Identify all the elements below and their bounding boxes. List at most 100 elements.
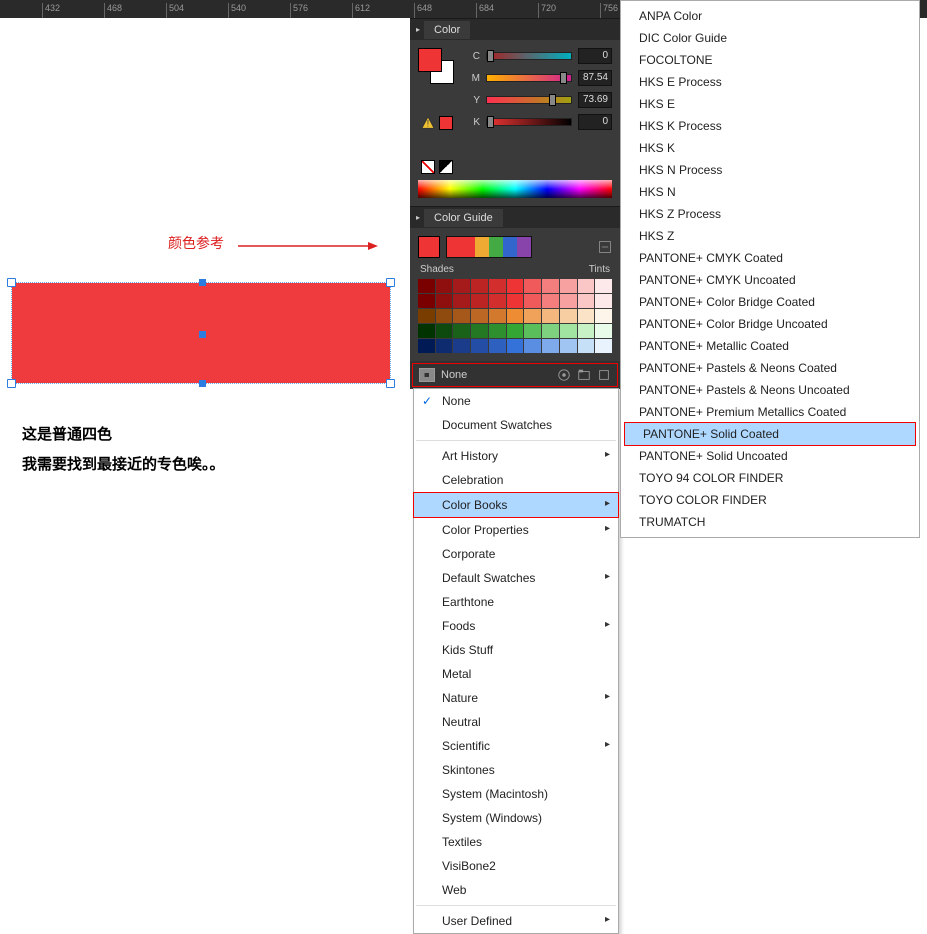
base-color-swatch[interactable] [418, 236, 440, 258]
menu-item[interactable]: Default Swatches▸ [414, 566, 618, 590]
bw-swatch[interactable] [439, 160, 453, 174]
slider-value[interactable]: 0 [578, 114, 612, 130]
handle-nw[interactable] [7, 278, 16, 287]
menu-item[interactable]: Color Properties▸ [414, 518, 618, 542]
submenu-item[interactable]: PANTONE+ Pastels & Neons Uncoated [621, 379, 919, 401]
variation-swatch[interactable] [524, 324, 541, 338]
variation-swatch[interactable] [436, 339, 453, 353]
submenu-item[interactable]: HKS Z [621, 225, 919, 247]
variation-swatch[interactable] [453, 324, 470, 338]
menu-item[interactable]: Scientific▸ [414, 734, 618, 758]
variation-swatch[interactable] [436, 324, 453, 338]
variation-swatch[interactable] [595, 339, 612, 353]
menu-item[interactable]: Document Swatches [414, 413, 618, 437]
menu-item[interactable]: Skintones [414, 758, 618, 782]
gamut-suggest-swatch[interactable] [439, 116, 453, 130]
variation-swatch[interactable] [542, 309, 559, 323]
submenu-item[interactable]: HKS Z Process [621, 203, 919, 225]
variation-swatch[interactable] [524, 339, 541, 353]
variation-swatch[interactable] [595, 294, 612, 308]
harmony-swatch[interactable] [461, 237, 475, 257]
submenu-item[interactable]: PANTONE+ Color Bridge Coated [621, 291, 919, 313]
menu-item[interactable]: Foods▸ [414, 614, 618, 638]
handle-ne[interactable] [386, 278, 395, 287]
harmony-swatch[interactable] [489, 237, 503, 257]
slider-thumb[interactable] [560, 72, 567, 84]
submenu-item[interactable]: ANPA Color [621, 5, 919, 27]
handle-sw[interactable] [7, 379, 16, 388]
save-group-icon[interactable] [577, 368, 591, 382]
variation-swatch[interactable] [418, 339, 435, 353]
none-swatch[interactable] [421, 160, 435, 174]
color-guide-tab[interactable]: ▸Color Guide [410, 206, 620, 228]
color-books-submenu[interactable]: ANPA ColorDIC Color GuideFOCOLTONEHKS E … [620, 0, 920, 538]
submenu-item[interactable]: HKS N [621, 181, 919, 203]
variation-swatch[interactable] [560, 309, 577, 323]
menu-item[interactable]: Metal [414, 662, 618, 686]
menu-item[interactable]: ✓None [414, 389, 618, 413]
menu-item[interactable]: Corporate [414, 542, 618, 566]
menu-item[interactable]: User Defined▸ [414, 909, 618, 933]
harmony-swatch[interactable] [503, 237, 517, 257]
collapse-icon[interactable]: ▸ [416, 25, 420, 34]
color-panel-tab[interactable]: ▸Color [410, 18, 620, 40]
slider-track[interactable] [486, 52, 572, 60]
variation-swatch[interactable] [507, 294, 524, 308]
slider-thumb[interactable] [487, 116, 494, 128]
variation-swatch[interactable] [418, 324, 435, 338]
variation-swatch[interactable] [542, 339, 559, 353]
variation-swatch[interactable] [560, 324, 577, 338]
new-swatch-icon[interactable] [597, 368, 611, 382]
submenu-item[interactable]: TRUMATCH [621, 511, 919, 533]
variation-swatch[interactable] [560, 279, 577, 293]
variation-swatch[interactable] [453, 339, 470, 353]
submenu-item[interactable]: HKS E Process [621, 71, 919, 93]
variation-swatch[interactable] [595, 324, 612, 338]
submenu-item[interactable]: HKS K [621, 137, 919, 159]
variation-swatch[interactable] [489, 309, 506, 323]
submenu-item[interactable]: PANTONE+ Pastels & Neons Coated [621, 357, 919, 379]
submenu-item[interactable]: PANTONE+ Solid Uncoated [621, 445, 919, 467]
variation-swatch[interactable] [578, 339, 595, 353]
harmony-swatch[interactable] [447, 237, 461, 257]
variation-swatch[interactable] [507, 339, 524, 353]
slider-track[interactable] [486, 118, 572, 126]
edit-colors-icon[interactable] [557, 368, 571, 382]
variation-grid[interactable] [418, 279, 612, 353]
submenu-item[interactable]: TOYO 94 COLOR FINDER [621, 467, 919, 489]
variation-swatch[interactable] [595, 279, 612, 293]
variation-swatch[interactable] [489, 294, 506, 308]
submenu-item[interactable]: PANTONE+ Color Bridge Uncoated [621, 313, 919, 335]
submenu-item[interactable]: DIC Color Guide [621, 27, 919, 49]
variation-swatch[interactable] [542, 279, 559, 293]
variation-swatch[interactable] [560, 294, 577, 308]
submenu-item[interactable]: PANTONE+ Premium Metallics Coated [621, 401, 919, 423]
slider-value[interactable]: 0 [578, 48, 612, 64]
variation-swatch[interactable] [453, 279, 470, 293]
submenu-item[interactable]: FOCOLTONE [621, 49, 919, 71]
variation-swatch[interactable] [524, 294, 541, 308]
variation-swatch[interactable] [507, 309, 524, 323]
harmony-rule-icon[interactable] [598, 240, 612, 254]
swatch-library-menu[interactable]: ✓NoneDocument SwatchesArt History▸Celebr… [413, 388, 619, 934]
variation-swatch[interactable] [471, 309, 488, 323]
color-guide-footer[interactable]: None [412, 363, 618, 387]
variation-swatch[interactable] [489, 339, 506, 353]
variation-swatch[interactable] [578, 279, 595, 293]
menu-item[interactable]: VisiBone2 [414, 854, 618, 878]
variation-swatch[interactable] [524, 309, 541, 323]
harmony-strip[interactable] [446, 236, 532, 258]
slider-track[interactable] [486, 74, 572, 82]
variation-swatch[interactable] [560, 339, 577, 353]
submenu-item[interactable]: PANTONE+ CMYK Coated [621, 247, 919, 269]
variation-swatch[interactable] [507, 279, 524, 293]
variation-swatch[interactable] [436, 279, 453, 293]
slider-thumb[interactable] [549, 94, 556, 106]
submenu-item[interactable]: HKS K Process [621, 115, 919, 137]
slider-track[interactable] [486, 96, 572, 104]
out-of-gamut-icon[interactable]: ! [421, 116, 435, 130]
variation-swatch[interactable] [453, 294, 470, 308]
submenu-item[interactable]: TOYO COLOR FINDER [621, 489, 919, 511]
variation-swatch[interactable] [578, 324, 595, 338]
menu-item[interactable]: Earthtone [414, 590, 618, 614]
